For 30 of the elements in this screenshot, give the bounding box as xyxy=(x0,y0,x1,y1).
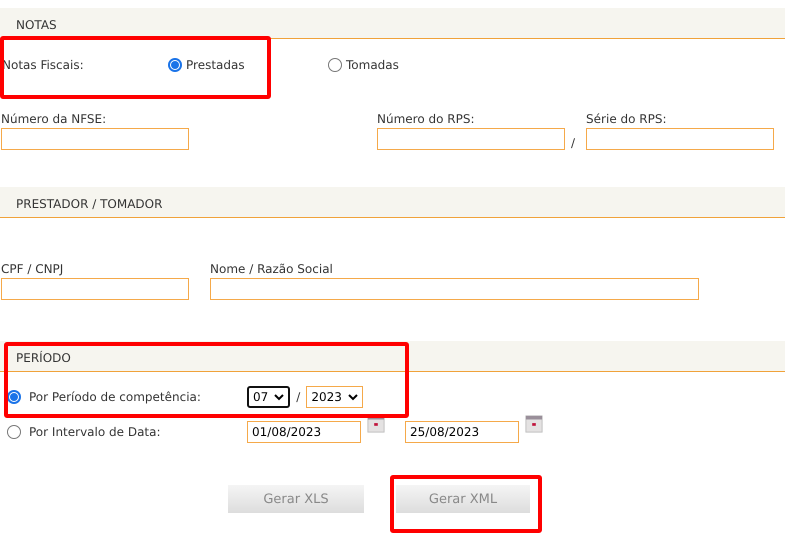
section-title: PRESTADOR / TOMADOR xyxy=(16,197,162,211)
calendar-icon[interactable] xyxy=(525,415,543,433)
field-label: Número do RPS: xyxy=(377,112,476,126)
field-label: CPF / CNPJ xyxy=(1,262,64,276)
radio-button[interactable] xyxy=(7,425,21,439)
field-label: Número da NFSE: xyxy=(1,112,108,126)
separator-text: / xyxy=(296,390,300,404)
date-field[interactable]: 01/08/2023 xyxy=(247,421,361,443)
input-field[interactable] xyxy=(1,278,189,300)
field-label: Nome / Razão Social xyxy=(210,262,334,276)
input-field[interactable] xyxy=(1,128,189,150)
radio-button[interactable] xyxy=(7,390,21,404)
section-title: NOTAS xyxy=(16,18,57,32)
date-field[interactable]: 25/08/2023 xyxy=(405,421,519,443)
separator-text: / xyxy=(571,136,576,150)
radio-label: Tomadas xyxy=(346,58,399,72)
radio-label: Prestadas xyxy=(186,58,245,72)
radio-button[interactable] xyxy=(328,58,342,72)
field-label: Série do RPS: xyxy=(586,112,668,126)
radio-button[interactable] xyxy=(168,58,182,72)
radio-label: Por Período de competência: xyxy=(29,390,202,404)
radio-label: Por Intervalo de Data: xyxy=(29,425,162,439)
chevron-icon xyxy=(348,394,358,400)
year-select[interactable]: 2023 xyxy=(306,386,363,408)
month-select[interactable]: 07 xyxy=(247,386,290,408)
input-field[interactable] xyxy=(586,128,774,150)
input-field[interactable] xyxy=(210,278,699,300)
chevron-icon xyxy=(274,394,284,400)
section-title: PERÍODO xyxy=(16,351,71,365)
input-field[interactable] xyxy=(377,128,565,150)
